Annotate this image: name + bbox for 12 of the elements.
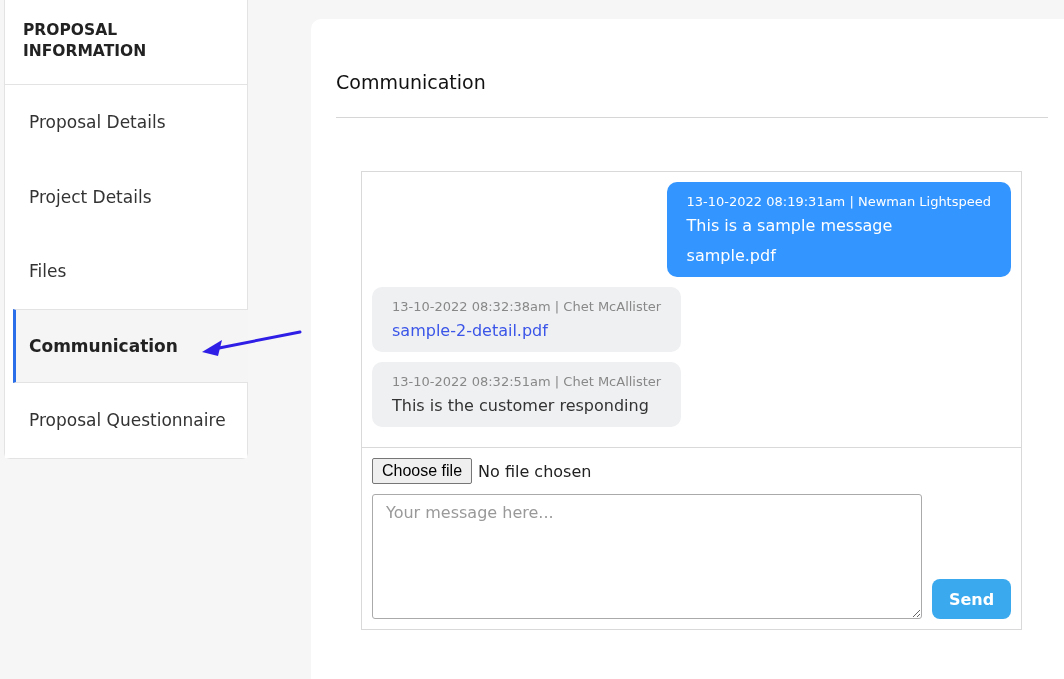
sidebar-item[interactable]: Communication	[13, 308, 248, 383]
file-link[interactable]: sample-2-detail.pdf	[392, 318, 662, 344]
message-text: This is the customer responding	[392, 395, 650, 417]
message-meta: 13-10-2022 08:32:38am | Chet McAllister	[392, 299, 662, 314]
message-field[interactable]: Your message here...	[372, 494, 922, 619]
message-meta: 13-10-2022 08:19:31am | Newman Lightspeed	[686, 194, 991, 209]
sidebar-title: PROPOSAL INFORMATION	[23, 20, 148, 62]
file-status: No file chosen	[478, 461, 592, 481]
message-text: This is a sample message	[686, 215, 894, 237]
message-meta: 13-10-2022 08:32:51am | Chet McAllister	[392, 374, 662, 389]
choose-file-button[interactable]: Choose file	[372, 458, 473, 484]
section-title: Communication	[336, 71, 487, 93]
